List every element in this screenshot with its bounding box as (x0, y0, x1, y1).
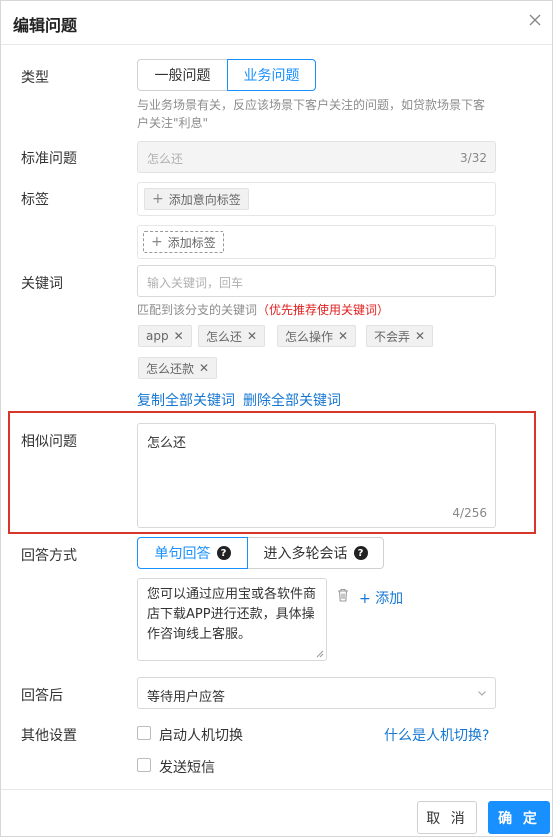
keyword-tag: app ✕ (138, 325, 192, 347)
similar-question-value: 怎么还 (147, 436, 187, 451)
standard-question-field[interactable]: 怎么还 3/32 (137, 141, 496, 173)
after-answer-value: 等待用户应答 (147, 690, 226, 705)
similar-question-label: 相似问题 (21, 434, 77, 450)
answer-mode-single-label: 单句回答 (154, 546, 211, 562)
type-label: 类型 (21, 70, 49, 86)
keyword-tag-label: 怎么还 (206, 329, 243, 344)
add-intent-tag-label: 添加意向标签 (168, 192, 241, 207)
add-tag-button[interactable]: + 添加标签 (143, 231, 224, 253)
copy-all-keywords-link[interactable]: 复制全部关键词 (137, 390, 235, 410)
type-hint-line1: 与业务场景有关，反应该场景下客户关注的问题，如贷款场景下客 (137, 98, 486, 112)
trash-icon[interactable] (337, 588, 349, 602)
keywords-hint-emphasis: （优先推荐使用关键词） (257, 303, 390, 317)
keyword-tag: 不会弄 ✕ (366, 325, 434, 347)
dialog-title: 编辑问题 (13, 16, 78, 35)
type-option-business-label: 业务问题 (243, 68, 300, 84)
handoff-help-link[interactable]: 什么是人机切换? (384, 725, 489, 745)
delete-all-keywords-link[interactable]: 删除全部关键词 (243, 390, 341, 410)
standard-question-count: 3/32 (460, 151, 487, 165)
plus-icon: + (151, 234, 163, 250)
type-option-general-label: 一般问题 (154, 68, 211, 84)
standard-question-value: 怎么还 (147, 152, 184, 166)
close-icon[interactable]: ✕ (415, 329, 425, 343)
add-answer-label: 添加 (375, 591, 404, 607)
close-icon[interactable]: ✕ (174, 329, 184, 343)
tags-label: 标签 (21, 192, 49, 208)
add-tag-label: 添加标签 (167, 235, 216, 250)
chevron-down-icon (478, 691, 486, 696)
keywords-hint-text: 匹配到该分支的关键词 (137, 303, 258, 317)
type-hint-line2: 户关注"利息" (137, 116, 209, 130)
resize-handle-icon[interactable] (316, 650, 324, 658)
add-answer-link[interactable]: + 添加 (359, 588, 403, 608)
keyword-tag-label: 怎么操作 (285, 329, 334, 344)
answer-mode-multi[interactable]: 进入多轮会话 ? (247, 537, 384, 569)
answer-mode-single[interactable]: 单句回答 ? (137, 537, 248, 569)
keyword-tag-label: app (146, 329, 169, 343)
enable-handoff-checkbox[interactable] (137, 726, 151, 740)
plus-icon: + (359, 591, 376, 607)
answer-text: 您可以通过应用宝或各软件商店下载APP进行还款，具体操作咨询线上客服。 (147, 587, 317, 642)
keywords-hint: 匹配到该分支的关键词（优先推荐使用关键词） (137, 301, 389, 319)
add-intent-tag-button[interactable]: + 添加意向标签 (144, 188, 249, 210)
send-sms-checkbox[interactable] (137, 758, 151, 772)
other-settings-label: 其他设置 (21, 728, 77, 744)
plus-icon: + (152, 191, 164, 207)
answer-mode-multi-label: 进入多轮会话 (263, 546, 348, 562)
type-option-business[interactable]: 业务问题 (227, 59, 316, 91)
close-icon[interactable]: ✕ (199, 361, 209, 375)
edit-question-dialog: 编辑问题 类型 一般问题 业务问题 与业务场景有关，反应该场景下客户关注的问题，… (0, 0, 553, 837)
similar-question-textarea[interactable]: 怎么还 4/256 (137, 423, 496, 528)
help-icon[interactable]: ? (216, 546, 231, 560)
enable-handoff-label[interactable]: 启动人机切换 (159, 725, 243, 745)
after-answer-label: 回答后 (21, 688, 63, 704)
keyword-input[interactable]: 输入关键词，回车 (137, 265, 496, 297)
standard-question-label: 标准问题 (21, 151, 77, 167)
close-icon[interactable]: ✕ (338, 329, 348, 343)
keyword-tag: 怎么还 ✕ (198, 325, 266, 347)
keyword-tag-label: 不会弄 (374, 329, 411, 344)
answer-mode-label: 回答方式 (21, 548, 77, 564)
after-answer-select[interactable]: 等待用户应答 (137, 677, 496, 709)
ok-button[interactable]: 确 定 (488, 801, 550, 834)
keyword-input-placeholder: 输入关键词，回车 (147, 276, 244, 290)
cancel-button[interactable]: 取 消 (417, 801, 477, 834)
dialog-header: 编辑问题 (1, 1, 552, 45)
answer-textarea[interactable]: 您可以通过应用宝或各软件商店下载APP进行还款，具体操作咨询线上客服。 (137, 578, 327, 661)
similar-question-count: 4/256 (452, 506, 487, 520)
keyword-tag-label: 怎么还款 (146, 361, 195, 376)
close-icon[interactable] (528, 13, 544, 29)
send-sms-label[interactable]: 发送短信 (159, 757, 215, 777)
help-icon[interactable]: ? (353, 546, 368, 560)
type-option-general[interactable]: 一般问题 (137, 59, 228, 91)
keywords-label: 关键词 (21, 276, 63, 292)
keyword-tag: 怎么操作 ✕ (277, 325, 357, 347)
keyword-tag: 怎么还款 ✕ (138, 357, 218, 379)
close-icon[interactable]: ✕ (247, 329, 257, 343)
